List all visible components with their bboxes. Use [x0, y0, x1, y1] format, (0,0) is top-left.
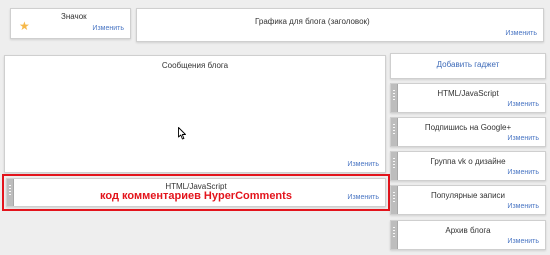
blog-posts-title: Сообщения блога: [161, 61, 229, 70]
header-gadget-edit-link[interactable]: Изменить: [505, 30, 537, 37]
header-gadget-title: Графика для блога (заголовок): [255, 17, 370, 26]
icon-gadget-edit-link[interactable]: Изменить: [92, 25, 124, 32]
sidebar-gadget-edit-link[interactable]: Изменить: [507, 203, 539, 210]
html-gadget-main: HTML/JavaScript код комментариев HyperCo…: [6, 178, 386, 207]
sidebar-gadget-popular-posts: Популярные записи Изменить: [390, 185, 546, 215]
html-gadget-main-edit-link[interactable]: Изменить: [347, 194, 379, 201]
sidebar-gadget-vk-group: Группа vk о дизайне Изменить: [390, 151, 546, 181]
sidebar-gadget-title: Архив блога: [445, 226, 491, 235]
hypercomments-note: код комментариев HyperComments: [100, 190, 292, 202]
star-icon: ★: [19, 19, 30, 33]
sidebar-gadget-edit-link[interactable]: Изменить: [507, 101, 539, 108]
sidebar-gadget-title: Популярные записи: [430, 191, 506, 200]
blog-posts-gadget: Сообщения блога Изменить: [4, 55, 386, 173]
sidebar-gadget-google-plus: Подпишись на Google+ Изменить: [390, 117, 546, 147]
icon-gadget: ★ Значок Изменить: [10, 8, 131, 39]
hypercomments-highlight: HTML/JavaScript код комментариев HyperCo…: [2, 174, 390, 211]
add-gadget-box: Добавить гаджет: [390, 53, 546, 79]
blog-posts-edit-link[interactable]: Изменить: [347, 161, 379, 168]
add-gadget-link[interactable]: Добавить гаджет: [391, 60, 545, 69]
icon-gadget-title: Значок: [61, 12, 87, 21]
sidebar-gadget-edit-link[interactable]: Изменить: [507, 169, 539, 176]
sidebar-gadget-blog-archive: Архив блога Изменить: [390, 220, 546, 250]
sidebar-gadget-title: Группа vk о дизайне: [430, 157, 506, 166]
sidebar-gadget-title: HTML/JavaScript: [437, 89, 499, 98]
sidebar-gadget-edit-link[interactable]: Изменить: [507, 135, 539, 142]
header-gadget: Графика для блога (заголовок) Изменить: [136, 8, 544, 42]
mouse-cursor-icon: [178, 127, 186, 140]
sidebar-gadget-html: HTML/JavaScript Изменить: [390, 83, 546, 113]
sidebar-gadget-edit-link[interactable]: Изменить: [507, 238, 539, 245]
sidebar-gadget-title: Подпишись на Google+: [424, 123, 512, 132]
